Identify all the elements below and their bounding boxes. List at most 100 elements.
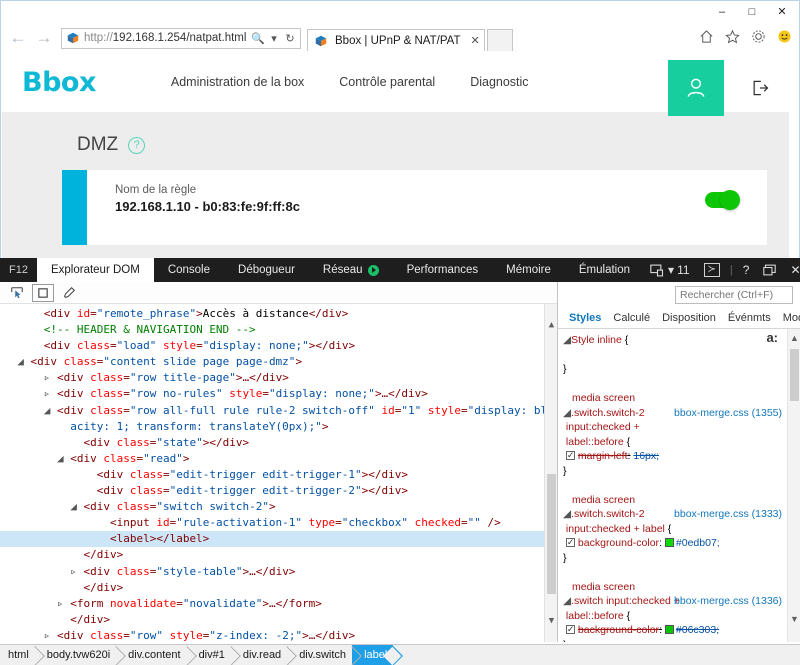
rule-name-value: 192.168.1.10 - b0:83:fe:9f:ff:8c	[115, 199, 300, 214]
element-picker-icon[interactable]	[6, 284, 28, 302]
eyedropper-icon[interactable]	[58, 284, 80, 302]
color-swatch[interactable]	[664, 625, 674, 634]
browser-tab[interactable]: Bbox | UPnP & NAT/PAT ✕	[307, 29, 485, 51]
nav-item-administration[interactable]: Administration de la box	[171, 75, 304, 89]
dom-node[interactable]: <div id="remote_phrase">Accès à distance…	[0, 306, 557, 322]
color-swatch[interactable]	[664, 538, 674, 547]
rule-details: Nom de la règle 192.168.1.10 - b0:83:fe:…	[87, 170, 767, 245]
console-toggle-button[interactable]: ≻	[698, 258, 726, 282]
address-bar[interactable]: http://192.168.1.254/natpat.html 🔍 ▾ ↻	[61, 27, 301, 49]
css-source-link[interactable]: bbox-merge.css (1333)	[674, 507, 782, 522]
dom-node[interactable]: </div>	[0, 580, 557, 596]
scrollbar-thumb[interactable]	[547, 474, 556, 594]
dropdown-caret-icon[interactable]: ▾	[266, 32, 282, 45]
help-icon[interactable]: ?	[128, 136, 146, 154]
rule-name-label: Nom de la règle	[115, 184, 197, 196]
home-icon[interactable]	[697, 27, 715, 45]
dom-node[interactable]: <div class="edit-trigger edit-trigger-2"…	[0, 483, 557, 499]
gear-icon[interactable]	[749, 27, 767, 45]
smiley-icon[interactable]	[775, 27, 793, 45]
search-input[interactable]	[675, 286, 793, 304]
property-checkbox[interactable]	[565, 535, 575, 550]
dom-node[interactable]: ◢ <div class="content slide page page-dm…	[0, 354, 557, 370]
dock-button[interactable]	[757, 258, 782, 282]
search-icon[interactable]: 🔍	[250, 32, 266, 45]
tab-dom-explorer[interactable]: Explorateur DOM	[36, 258, 154, 282]
maximize-button[interactable]: □	[737, 1, 767, 23]
dom-node[interactable]: <div class="load" style="display: none;"…	[0, 338, 557, 354]
dom-node[interactable]: ▹ <form novalidate="novalidate">…</form>	[0, 596, 557, 612]
css-selector: ◢Style inline {	[563, 334, 629, 346]
breadcrumb-item-html[interactable]: html	[0, 645, 35, 665]
dom-node[interactable]: ▹ <div class="style-table">…</div>	[0, 564, 557, 580]
styles-scroll-up-icon[interactable]: ▲	[788, 331, 800, 345]
dom-node[interactable]: <input id="rule-activation-1" type="chec…	[0, 515, 557, 531]
dom-node[interactable]: </div>	[0, 547, 557, 563]
tab-changes[interactable]: Modifis	[777, 312, 800, 324]
network-record-icon[interactable]	[367, 264, 379, 276]
tab-memory[interactable]: Mémoire	[492, 258, 565, 282]
help-button[interactable]: ?	[737, 258, 756, 282]
dom-node-selected[interactable]: <label></label>	[0, 531, 557, 548]
tab-computed[interactable]: Calculé	[607, 312, 656, 324]
dom-node[interactable]: <!-- HEADER & NAVIGATION END -->	[0, 322, 557, 338]
styles-scrollbar-thumb[interactable]	[790, 349, 799, 401]
dom-node[interactable]: ▹ <div class="row no-rules" style="displ…	[0, 386, 557, 402]
site-favicon-icon	[67, 32, 79, 44]
devtools-body: <div id="remote_phrase">Accès à distance…	[0, 282, 800, 642]
devtools-close-button[interactable]: ✕	[784, 258, 800, 282]
forward-arrow-icon[interactable]: →	[31, 25, 57, 51]
nav-item-diagnostic[interactable]: Diagnostic	[470, 75, 528, 89]
tab-close-icon[interactable]: ✕	[470, 34, 479, 47]
tab-performance-label: Performances	[406, 264, 479, 276]
dom-node[interactable]: acity: 1; transform: translateY(0px);">	[0, 419, 557, 435]
nav-item-parental-control[interactable]: Contrôle parental	[339, 75, 435, 89]
css-rules-list[interactable]: ◢Style inline { } media screen ◢.switch.s…	[558, 329, 800, 642]
tab-emulation[interactable]: Émulation	[565, 258, 644, 282]
refresh-icon[interactable]: ↻	[282, 32, 298, 45]
device-caret-icon: ▾	[668, 263, 675, 277]
tab-performance[interactable]: Performances	[393, 258, 493, 282]
dom-node[interactable]: ◢ <div class="read">	[0, 451, 557, 467]
breadcrumb-item-div-content[interactable]: div.content	[116, 645, 186, 665]
breadcrumb-label: div.read	[242, 649, 282, 661]
dom-node[interactable]: </div>	[0, 612, 557, 628]
tab-favicon-icon	[315, 35, 327, 46]
web-page-content: Bbox Administration de la box Contrôle p…	[2, 52, 789, 258]
property-checkbox[interactable]	[565, 448, 575, 463]
scroll-down-icon[interactable]: ▼	[545, 614, 557, 628]
url-host: 192.168.1.254	[112, 32, 187, 44]
highlight-box-icon[interactable]	[32, 283, 54, 302]
tab-styles[interactable]: Styles	[563, 312, 607, 324]
breadcrumb-item-div-switch[interactable]: div.switch	[287, 645, 352, 665]
styles-scroll-down-icon[interactable]: ▼	[788, 612, 800, 626]
tab-console[interactable]: Console	[154, 258, 224, 282]
dom-node[interactable]: <div class="state"></div>	[0, 435, 557, 451]
rule-activation-toggle[interactable]	[705, 190, 740, 210]
new-tab-button[interactable]	[486, 29, 513, 51]
tab-debugger[interactable]: Débogueur	[224, 258, 309, 282]
dom-tree[interactable]: <div id="remote_phrase">Accès à distance…	[0, 304, 557, 642]
logout-button[interactable]	[749, 77, 771, 99]
star-icon[interactable]	[723, 27, 741, 45]
back-arrow-icon[interactable]: ←	[5, 25, 31, 51]
css-source-link[interactable]: bbox-merge.css (1355)	[674, 406, 782, 421]
tab-layout[interactable]: Disposition	[656, 312, 722, 324]
dom-node[interactable]: ◢ <div class="switch switch-2">	[0, 499, 557, 515]
close-window-button[interactable]: ✕	[767, 1, 797, 23]
tab-network[interactable]: Réseau	[309, 258, 393, 282]
styles-scrollbar[interactable]: ▲ ▼	[787, 329, 800, 642]
property-checkbox[interactable]	[565, 622, 575, 637]
dom-tree-scrollbar[interactable]: ▲ ▼	[544, 304, 557, 642]
css-source-link[interactable]: bbox-merge.css (1336)	[674, 594, 782, 609]
dom-node[interactable]: <div class="edit-trigger edit-trigger-1"…	[0, 467, 557, 483]
dom-node[interactable]: ◢ <div class="row all-full rule rule-2 s…	[0, 403, 557, 419]
dom-node[interactable]: ▹ <div class="row" style="z-index: -2;">…	[0, 628, 557, 642]
breadcrumb-item-body-tvw620i[interactable]: body.tvw620i	[35, 645, 116, 665]
scroll-up-icon[interactable]: ▲	[545, 318, 557, 332]
device-emulation-button[interactable]: ▾ 11	[644, 258, 696, 282]
minimize-button[interactable]: –	[707, 1, 737, 23]
tab-events[interactable]: Événmts	[722, 312, 777, 324]
user-account-button[interactable]	[668, 60, 724, 116]
dom-node[interactable]: ▹ <div class="row title-page">…</div>	[0, 370, 557, 386]
